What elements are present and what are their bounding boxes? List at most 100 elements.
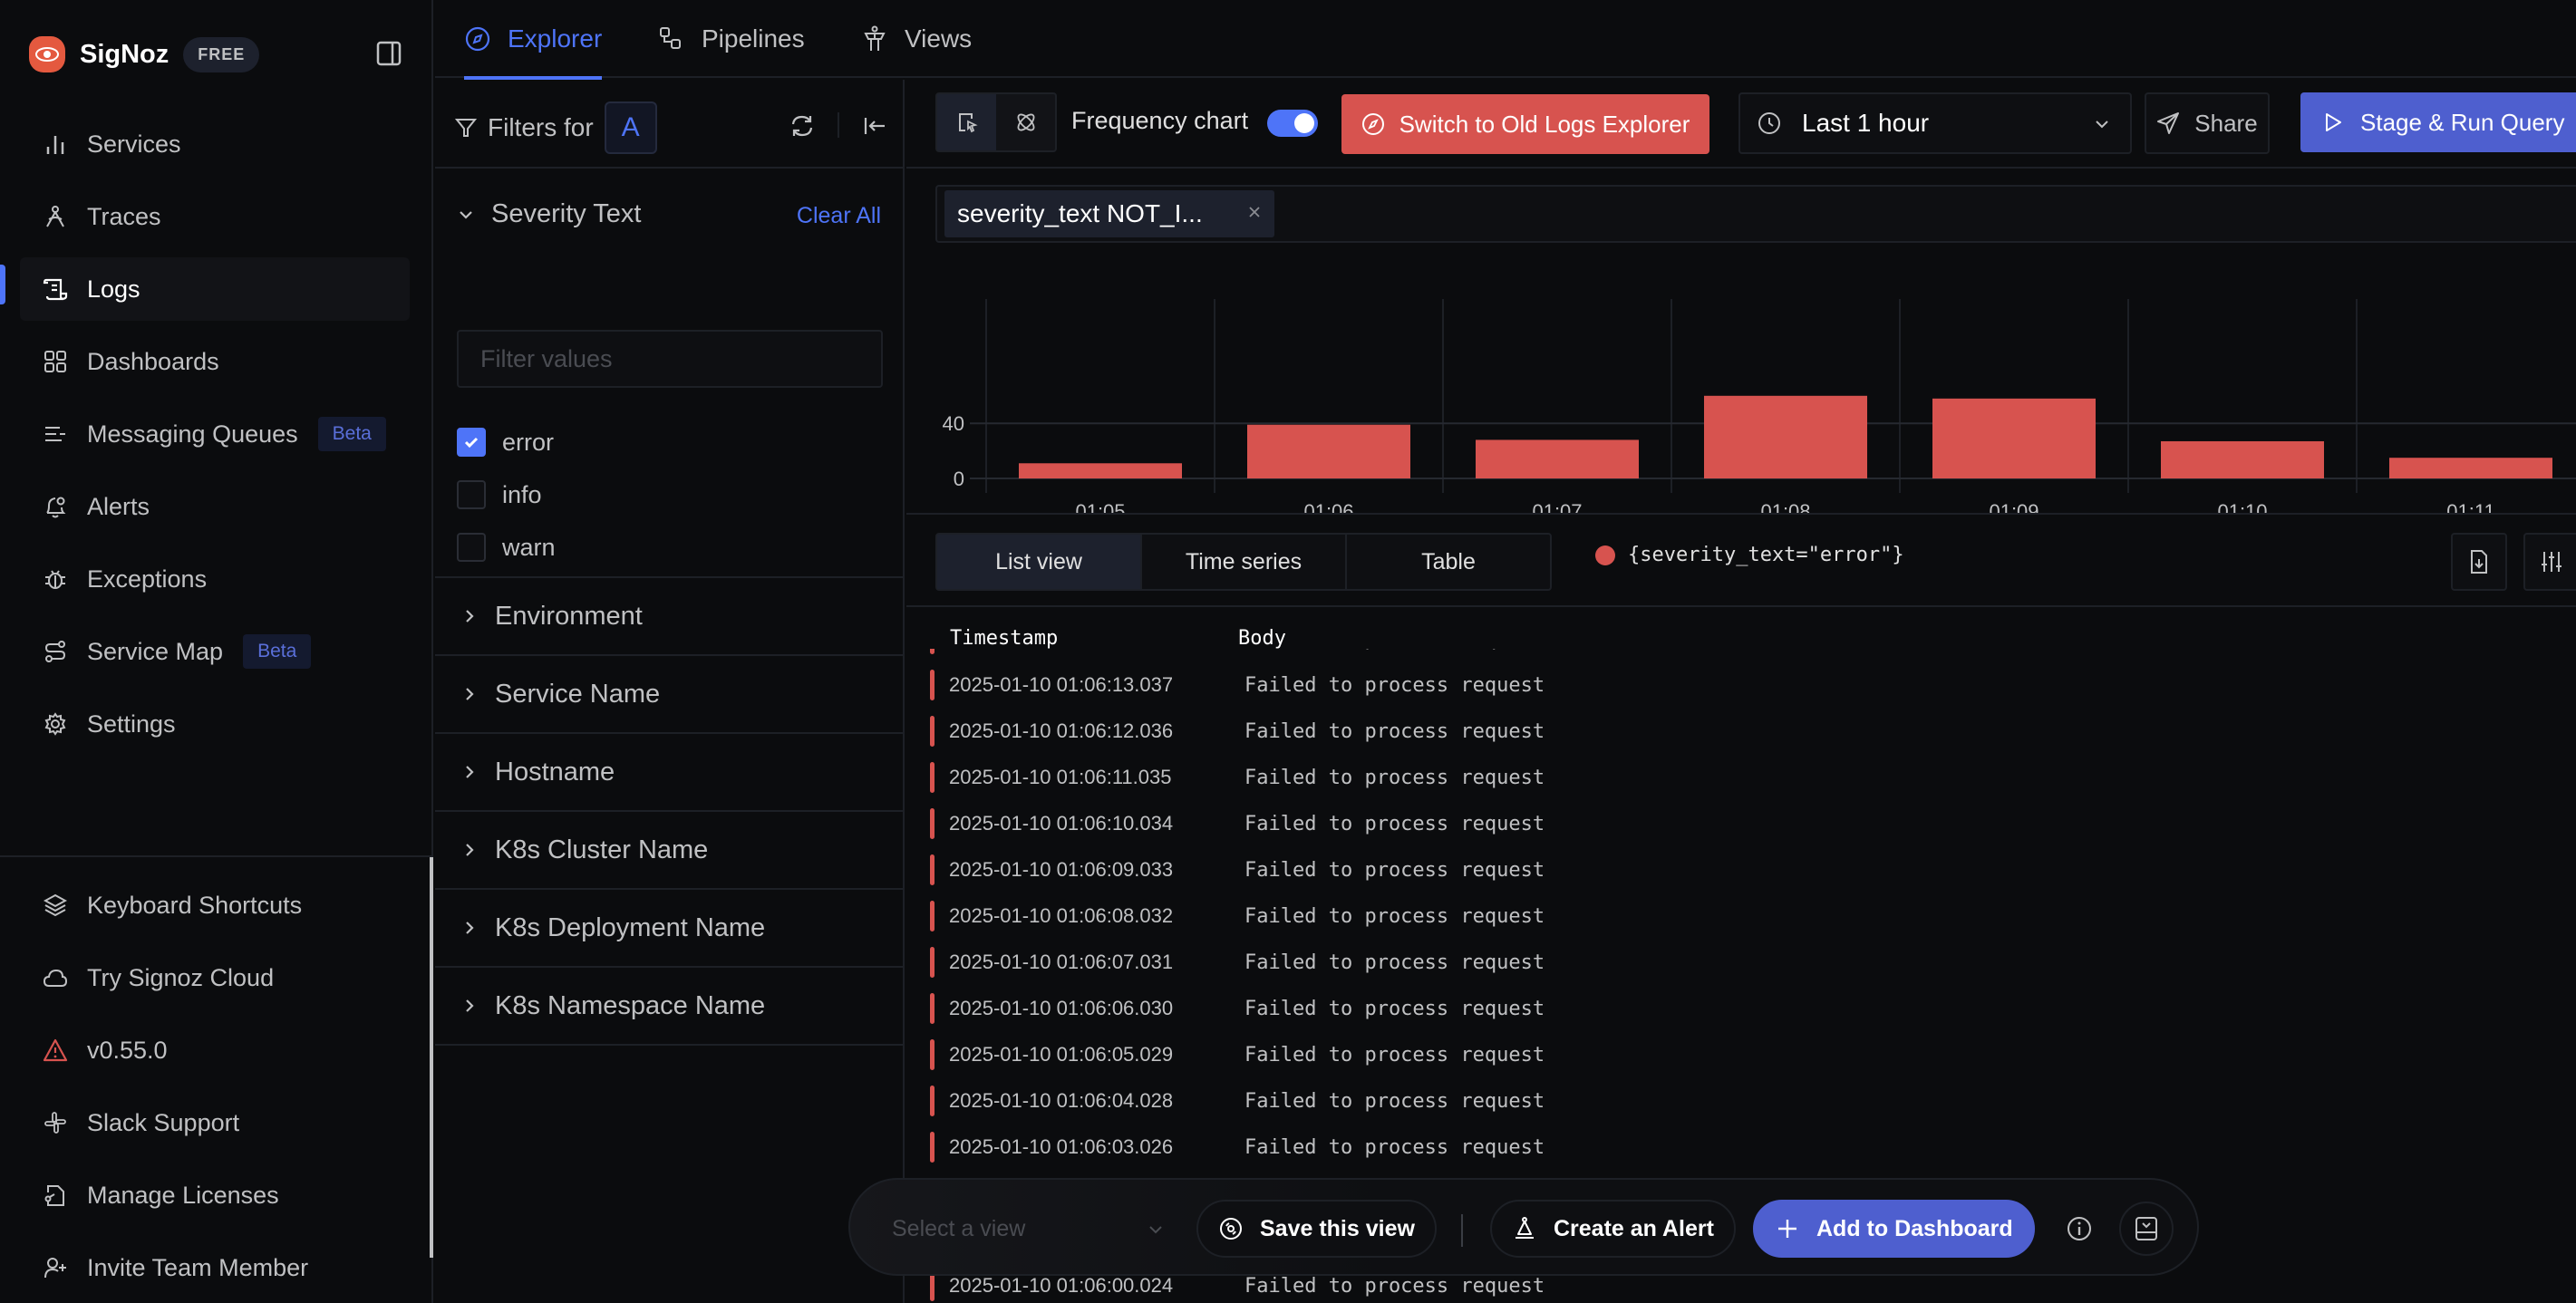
- severity-indicator: [930, 762, 935, 793]
- sidebar-item-version[interactable]: v0.55.0: [20, 1018, 410, 1082]
- select-view-dropdown[interactable]: Select a view: [892, 1207, 1164, 1250]
- explorer-toolbar: Frequency chart Switch to Old Logs Explo…: [906, 80, 2576, 169]
- checkbox[interactable]: [457, 428, 486, 457]
- filters-title: Filters for A: [455, 101, 657, 154]
- log-row[interactable]: 2025-01-10 01:06:11.035 Failed to process…: [930, 755, 2561, 800]
- button-label: Switch to Old Logs Explorer: [1399, 110, 1690, 138]
- sidebar-item-settings[interactable]: Settings: [20, 692, 410, 756]
- log-row[interactable]: 2025-01-10 01:06:09.033 Failed to process…: [930, 847, 2561, 893]
- facet-label: K8s Namespace Name: [495, 990, 766, 1020]
- sidebar-item-keyboard-shortcuts[interactable]: Keyboard Shortcuts: [20, 873, 410, 937]
- sidebar-item-exceptions[interactable]: Exceptions: [20, 547, 410, 611]
- tab-pipelines[interactable]: Pipelines: [658, 0, 805, 78]
- collapse-panel-icon[interactable]: [861, 112, 888, 140]
- facet-label: Hostname: [495, 757, 615, 787]
- add-to-dashboard-button[interactable]: Add to Dashboard: [1753, 1200, 2035, 1258]
- info-icon[interactable]: [2052, 1202, 2106, 1256]
- facet-label: Environment: [495, 601, 643, 631]
- tab-views[interactable]: Views: [861, 0, 972, 78]
- column-timestamp[interactable]: Timestamp: [950, 627, 1058, 650]
- tab-list-view[interactable]: List view: [937, 535, 1142, 589]
- query-search-bar[interactable]: severity_text NOT_I...: [935, 185, 2576, 243]
- button-label: Add to Dashboard: [1816, 1215, 2013, 1241]
- sidebar-toggle-icon[interactable]: [375, 40, 402, 67]
- collapse-bar-icon[interactable]: [2119, 1202, 2174, 1256]
- query-builder-mode-button[interactable]: [937, 94, 996, 150]
- create-alert-button[interactable]: Create an Alert: [1490, 1200, 1736, 1258]
- log-row[interactable]: 2025-01-10 01:06:08.032 Failed to process…: [930, 893, 2561, 939]
- clickhouse-mode-button[interactable]: [996, 94, 1055, 150]
- log-row[interactable]: 2025-01-10 01:06:10.034 Failed to process…: [930, 801, 2561, 846]
- severity-option-info[interactable]: info: [457, 478, 542, 511]
- brand[interactable]: SigNoz FREE: [29, 36, 260, 72]
- x-tick-label: 01:10: [2217, 500, 2267, 513]
- sidebar-item-alerts[interactable]: Alerts: [20, 475, 410, 538]
- log-row[interactable]: 2025-01-10 01:06:05.029 Failed to process…: [930, 1032, 2561, 1077]
- signoz-logo-icon: [29, 36, 65, 72]
- severity-text-toggle[interactable]: Severity Text: [457, 199, 641, 229]
- tab-table[interactable]: Table: [1347, 535, 1550, 589]
- warning-icon: [42, 1037, 69, 1064]
- tab-explorer[interactable]: Explorer: [464, 0, 603, 80]
- format-options-button[interactable]: [2523, 533, 2576, 591]
- log-row[interactable]: 2025-01-10 01:06:03.026 Failed to process…: [930, 1124, 2561, 1170]
- severity-indicator: [930, 1039, 935, 1070]
- facet-hostname[interactable]: Hostname: [435, 734, 903, 812]
- chevron-right-icon: [466, 688, 474, 700]
- filter-values-input[interactable]: [457, 330, 883, 388]
- time-range-value: Last 1 hour: [1802, 109, 1930, 137]
- switch-old-explorer-button[interactable]: Switch to Old Logs Explorer: [1341, 94, 1709, 154]
- sidebar-item-traces[interactable]: Traces: [20, 185, 410, 248]
- clear-all-link[interactable]: Clear All: [797, 203, 881, 229]
- facet-service-name[interactable]: Service Name: [435, 656, 903, 734]
- logs-icon: [42, 275, 69, 303]
- download-button[interactable]: [2451, 533, 2507, 591]
- sidebar-item-label: Invite Team Member: [87, 1253, 309, 1281]
- button-label: Create an Alert: [1554, 1215, 1714, 1241]
- checkbox[interactable]: [457, 533, 486, 562]
- query-filter-chip[interactable]: severity_text NOT_I...: [944, 190, 1274, 237]
- sidebar-item-invite-member[interactable]: Invite Team Member: [20, 1236, 410, 1299]
- severity-option-warn[interactable]: warn: [457, 531, 556, 564]
- column-body[interactable]: Body: [1238, 627, 1286, 650]
- severity-indicator: [930, 716, 935, 747]
- log-row[interactable]: 2025-01-10 01:06:12.036 Failed to process…: [930, 709, 2561, 754]
- sidebar-item-label: Keyboard Shortcuts: [87, 891, 303, 919]
- log-row[interactable]: 2025-01-10 01:06:04.028 Failed to process…: [930, 1078, 2561, 1124]
- sidebar: SigNoz FREE Services Traces Logs Dashboa…: [0, 0, 433, 1303]
- time-range-select[interactable]: Last 1 hour: [1738, 92, 2132, 154]
- bell-icon: [42, 493, 69, 520]
- facet-k8s-deployment-name[interactable]: K8s Deployment Name: [435, 890, 903, 968]
- log-row[interactable]: 2025-01-10 01:06:13.037 Failed to process…: [930, 662, 2561, 708]
- close-icon[interactable]: [1247, 205, 1262, 219]
- sidebar-item-logs[interactable]: Logs: [20, 257, 410, 321]
- tab-time-series[interactable]: Time series: [1142, 535, 1347, 589]
- log-row[interactable]: 2025-01-10 01:06:06.030 Failed to process…: [930, 986, 2561, 1031]
- refresh-icon[interactable]: [789, 112, 816, 140]
- stage-run-query-button[interactable]: Stage & Run Query: [2300, 92, 2576, 152]
- facet-environment[interactable]: Environment: [435, 578, 903, 656]
- severity-indicator: [930, 808, 935, 839]
- sidebar-item-manage-licenses[interactable]: Manage Licenses: [20, 1163, 410, 1227]
- query-letter-badge[interactable]: A: [604, 101, 657, 154]
- option-label: warn: [502, 533, 556, 561]
- chip-label: severity_text NOT_I...: [957, 199, 1203, 227]
- sidebar-item-service-map[interactable]: Service Map Beta: [20, 620, 410, 683]
- sidebar-scrollbar[interactable]: [430, 857, 433, 1258]
- sidebar-item-slack-support[interactable]: Slack Support: [20, 1091, 410, 1154]
- facet-k8s-cluster-name[interactable]: K8s Cluster Name: [435, 812, 903, 890]
- sidebar-item-label: Try Signoz Cloud: [87, 963, 275, 991]
- frequency-chart-toggle[interactable]: [1267, 110, 1318, 137]
- sidebar-item-try-cloud[interactable]: Try Signoz Cloud: [20, 946, 410, 1009]
- severity-option-error[interactable]: error: [457, 426, 554, 458]
- x-tick-label: 01:07: [1532, 500, 1582, 513]
- bar: [1932, 398, 2096, 478]
- checkbox[interactable]: [457, 480, 486, 509]
- sidebar-item-messaging-queues[interactable]: Messaging Queues Beta: [20, 402, 410, 466]
- log-row[interactable]: 2025-01-10 01:06:07.031 Failed to process…: [930, 940, 2561, 985]
- sidebar-item-dashboards[interactable]: Dashboards: [20, 330, 410, 393]
- facet-k8s-namespace-name[interactable]: K8s Namespace Name: [435, 968, 903, 1046]
- sidebar-item-services[interactable]: Services: [20, 112, 410, 176]
- save-view-button[interactable]: Save this view: [1196, 1200, 1437, 1258]
- share-button[interactable]: Share: [2145, 92, 2270, 154]
